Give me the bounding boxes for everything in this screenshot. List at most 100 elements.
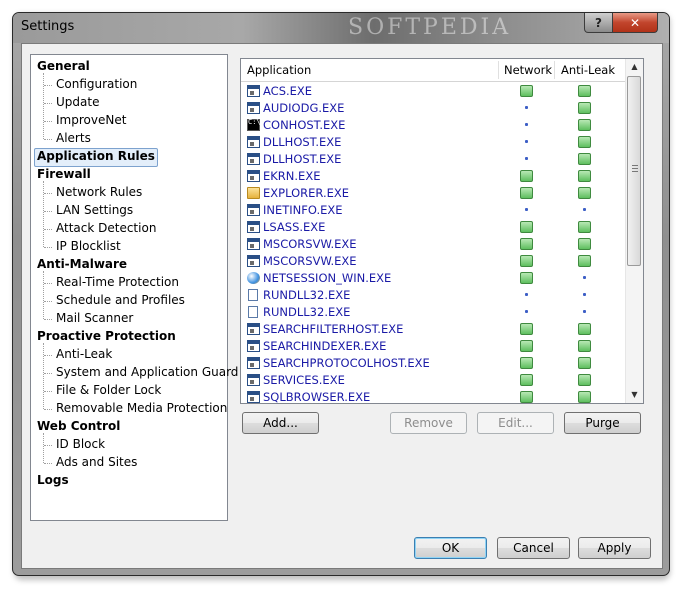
antileak-rule-cell[interactable] [578, 357, 591, 369]
antileak-rule-cell[interactable] [578, 85, 591, 97]
network-rule-cell[interactable] [520, 357, 533, 369]
antileak-rule-cell[interactable] [578, 323, 591, 335]
table-row[interactable]: RUNDLL32.EXE [241, 304, 625, 321]
tree-item-schedule-and-profiles[interactable]: Schedule and Profiles [56, 292, 185, 309]
antileak-rule-cell[interactable] [578, 289, 591, 301]
help-button[interactable]: ? [584, 13, 613, 33]
tree-item-update[interactable]: Update [56, 94, 99, 111]
network-rule-cell[interactable] [520, 221, 533, 233]
column-header-network[interactable]: Network [504, 59, 552, 81]
network-rule-cell[interactable] [520, 85, 533, 97]
network-rule-cell[interactable] [520, 187, 533, 199]
table-row[interactable]: INETINFO.EXE [241, 202, 625, 219]
network-rule-cell[interactable] [520, 391, 533, 403]
network-rule-cell[interactable] [520, 374, 533, 386]
cancel-button[interactable]: Cancel [497, 537, 570, 559]
tree-item-network-rules[interactable]: Network Rules [56, 184, 142, 201]
table-row[interactable]: DLLHOST.EXE [241, 151, 625, 168]
tree-item-real-time-protection[interactable]: Real-Time Protection [56, 274, 179, 291]
scroll-down-arrow-icon[interactable]: ▼ [626, 387, 643, 403]
column-header-antileak[interactable]: Anti-Leak [561, 59, 615, 81]
antileak-rule-cell[interactable] [578, 102, 591, 114]
tree-category-anti-malware[interactable]: Anti-Malware [37, 256, 127, 273]
antileak-rule-cell[interactable] [578, 255, 591, 267]
table-row[interactable]: SEARCHFILTERHOST.EXE [241, 321, 625, 338]
close-button[interactable]: ✕ [612, 13, 658, 33]
antileak-rule-cell[interactable] [578, 119, 591, 131]
remove-button[interactable]: Remove [390, 412, 467, 434]
network-rule-cell[interactable] [520, 272, 533, 284]
antileak-rule-cell[interactable] [578, 374, 591, 386]
network-rule-cell[interactable] [520, 238, 533, 250]
network-rule-cell[interactable] [520, 119, 533, 131]
tree-item-anti-leak[interactable]: Anti-Leak [56, 346, 112, 363]
tree-category-application-rules[interactable]: Application Rules [34, 148, 158, 167]
tree-item-ip-blocklist[interactable]: IP Blocklist [56, 238, 121, 255]
network-rule-cell[interactable] [520, 340, 533, 352]
table-row[interactable]: SQLBROWSER.EXE [241, 389, 625, 403]
purge-button[interactable]: Purge [564, 412, 641, 434]
network-rule-cell[interactable] [520, 102, 533, 114]
table-row[interactable]: EKRN.EXE [241, 168, 625, 185]
network-rule-cell[interactable] [520, 306, 533, 318]
allowed-rule-icon [520, 187, 533, 199]
scroll-thumb[interactable] [627, 76, 641, 266]
antileak-rule-cell[interactable] [578, 153, 591, 165]
tree-item-removable-media-protection[interactable]: Removable Media Protection [56, 400, 227, 417]
network-rule-cell[interactable] [520, 289, 533, 301]
table-row[interactable]: SEARCHINDEXER.EXE [241, 338, 625, 355]
tree-item-file-folder-lock[interactable]: File & Folder Lock [56, 382, 161, 399]
table-row[interactable]: MSCORSVW.EXE [241, 236, 625, 253]
tree-category-firewall[interactable]: Firewall [37, 166, 91, 183]
antileak-rule-cell[interactable] [578, 391, 591, 403]
table-row[interactable]: NETSESSION_WIN.EXE [241, 270, 625, 287]
apply-button[interactable]: Apply [578, 537, 651, 559]
tree-item-improvenet[interactable]: ImproveNet [56, 112, 126, 129]
antileak-rule-cell[interactable] [578, 136, 591, 148]
network-rule-cell[interactable] [520, 204, 533, 216]
antileak-rule-cell[interactable] [578, 204, 591, 216]
table-row[interactable]: DLLHOST.EXE [241, 134, 625, 151]
tree-item-configuration[interactable]: Configuration [56, 76, 137, 93]
tree-category-web-control[interactable]: Web Control [37, 418, 120, 435]
scroll-up-arrow-icon[interactable]: ▲ [626, 59, 643, 75]
antileak-rule-cell[interactable] [578, 170, 591, 182]
tree-category-logs[interactable]: Logs [37, 472, 69, 489]
antileak-rule-cell[interactable] [578, 221, 591, 233]
table-row[interactable]: ACS.EXE [241, 83, 625, 100]
vertical-scrollbar[interactable]: ▲ ▼ [625, 59, 643, 403]
table-row[interactable]: SERVICES.EXE [241, 372, 625, 389]
tree-item-ads-and-sites[interactable]: Ads and Sites [56, 454, 137, 471]
table-row[interactable]: EXPLORER.EXE [241, 185, 625, 202]
tree-item-alerts[interactable]: Alerts [56, 130, 91, 147]
antileak-rule-cell[interactable] [578, 306, 591, 318]
network-rule-cell[interactable] [520, 323, 533, 335]
network-rule-cell[interactable] [520, 255, 533, 267]
antileak-rule-cell[interactable] [578, 340, 591, 352]
add-button[interactable]: Add... [242, 412, 319, 434]
table-row[interactable]: MSCORSVW.EXE [241, 253, 625, 270]
ok-button[interactable]: OK [414, 537, 487, 559]
column-header-application[interactable]: Application [247, 59, 311, 81]
tree-item-lan-settings[interactable]: LAN Settings [56, 202, 133, 219]
edit-button[interactable]: Edit... [477, 412, 554, 434]
table-row[interactable]: SEARCHPROTOCOLHOST.EXE [241, 355, 625, 372]
tree-item-mail-scanner[interactable]: Mail Scanner [56, 310, 133, 327]
antileak-rule-cell[interactable] [578, 272, 591, 284]
network-rule-cell[interactable] [520, 170, 533, 182]
antileak-rule-cell[interactable] [578, 238, 591, 250]
antileak-rule-cell[interactable] [578, 187, 591, 199]
network-rule-cell[interactable] [520, 136, 533, 148]
table-row[interactable]: LSASS.EXE [241, 219, 625, 236]
tree-item-system-and-application-guard[interactable]: System and Application Guard [56, 364, 238, 381]
table-row[interactable]: RUNDLL32.EXE [241, 287, 625, 304]
application-name: RUNDLL32.EXE [263, 288, 351, 302]
table-row[interactable]: CONHOST.EXE [241, 117, 625, 134]
tree-item-attack-detection[interactable]: Attack Detection [56, 220, 156, 237]
tree-item-id-block[interactable]: ID Block [56, 436, 105, 453]
network-rule-cell[interactable] [520, 153, 533, 165]
title-bar[interactable]: Settings SOFTPEDIA ? ✕ [13, 13, 669, 43]
tree-category-proactive-protection[interactable]: Proactive Protection [37, 328, 176, 345]
tree-category-general[interactable]: General [37, 58, 90, 75]
table-row[interactable]: AUDIODG.EXE [241, 100, 625, 117]
